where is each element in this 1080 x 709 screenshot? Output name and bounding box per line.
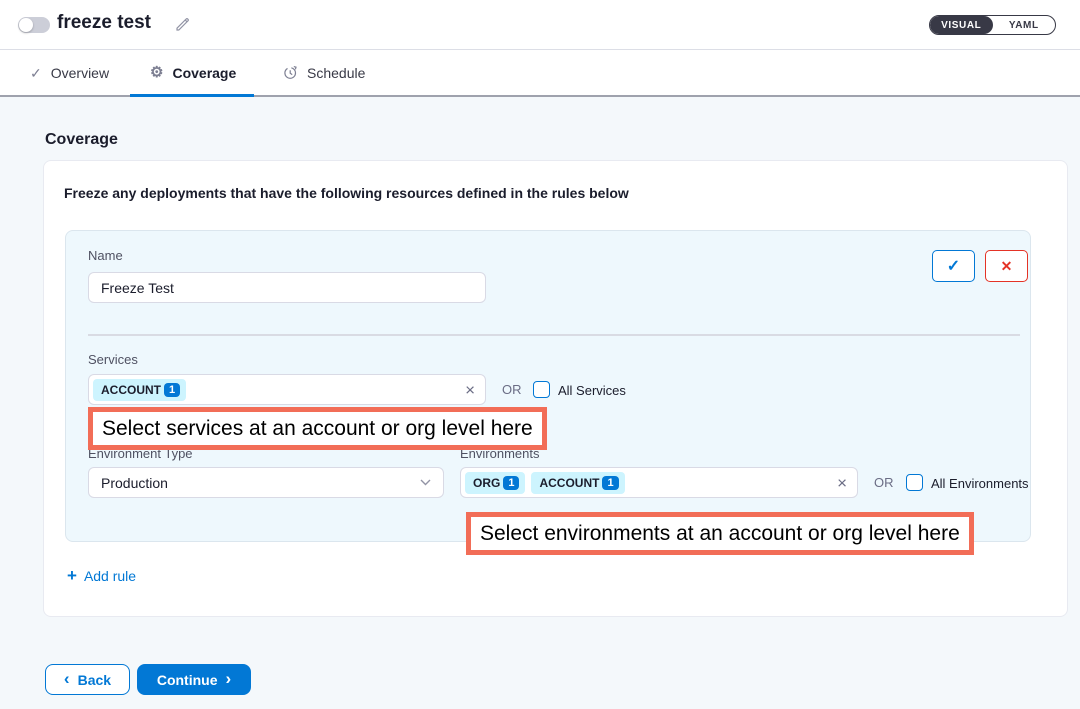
services-input[interactable]: ACCOUNT 1 × xyxy=(88,374,486,405)
services-annotation: Select services at an account or org lev… xyxy=(88,407,547,450)
tab-overview[interactable]: ✓ Overview xyxy=(30,50,109,95)
environment-type-select[interactable]: Production xyxy=(88,467,444,498)
tab-coverage[interactable]: ⚙ Coverage xyxy=(150,50,236,95)
all-environments-checkbox[interactable] xyxy=(906,474,923,491)
clear-environments-icon[interactable]: × xyxy=(837,474,847,491)
close-icon: ✕ xyxy=(1001,258,1013,275)
toggle-knob xyxy=(19,18,33,32)
chevron-right-icon: › xyxy=(225,670,231,687)
tab-schedule[interactable]: Schedule xyxy=(283,50,365,95)
services-label: Services xyxy=(88,352,138,367)
delete-rule-button[interactable]: ✕ xyxy=(985,250,1028,282)
edit-icon[interactable] xyxy=(174,16,191,33)
tab-schedule-label: Schedule xyxy=(307,65,365,81)
name-input[interactable] xyxy=(88,272,486,303)
add-rule-button[interactable]: + Add rule xyxy=(67,567,136,584)
tab-coverage-label: Coverage xyxy=(172,65,236,81)
tag-label: ACCOUNT xyxy=(539,476,599,490)
back-label: Back xyxy=(78,672,111,688)
environment-tag-account[interactable]: ACCOUNT 1 xyxy=(531,472,624,494)
environment-tag-org[interactable]: ORG 1 xyxy=(465,472,525,494)
continue-button[interactable]: Continue › xyxy=(137,664,251,695)
plus-icon: + xyxy=(67,567,77,584)
back-button[interactable]: ‹ Back xyxy=(45,664,130,695)
environments-input[interactable]: ORG 1 ACCOUNT 1 × xyxy=(460,467,858,498)
clear-services-icon[interactable]: × xyxy=(465,381,475,398)
active-tab-indicator xyxy=(130,94,254,97)
all-environments-label: All Environments xyxy=(931,476,1029,491)
header-bar: freeze test VISUAL YAML xyxy=(0,0,1080,50)
tag-count-badge: 1 xyxy=(602,476,618,490)
all-services-checkbox[interactable] xyxy=(533,381,550,398)
clock-icon xyxy=(283,65,298,80)
continue-label: Continue xyxy=(157,672,218,688)
visual-toggle-option[interactable]: VISUAL xyxy=(930,16,993,34)
chevron-down-icon xyxy=(420,479,431,486)
page-title: Coverage xyxy=(45,131,118,149)
add-rule-label: Add rule xyxy=(84,568,136,584)
environments-or-label: OR xyxy=(874,475,894,490)
environments-annotation: Select environments at an account or org… xyxy=(466,512,974,555)
tab-overview-label: Overview xyxy=(51,65,109,81)
freeze-toggle[interactable] xyxy=(18,17,50,33)
tag-label: ORG xyxy=(473,476,500,490)
chevron-left-icon: ‹ xyxy=(64,670,70,687)
coverage-description: Freeze any deployments that have the fol… xyxy=(64,185,629,201)
check-icon: ✓ xyxy=(30,66,42,80)
name-label: Name xyxy=(88,248,123,263)
gear-icon: ⚙ xyxy=(150,65,163,80)
environment-type-value: Production xyxy=(101,475,168,491)
check-icon: ✓ xyxy=(947,256,960,276)
rule-divider xyxy=(88,334,1020,336)
tab-bar: ✓ Overview ⚙ Coverage Schedule xyxy=(0,50,1080,97)
tag-count-badge: 1 xyxy=(503,476,519,490)
confirm-rule-button[interactable]: ✓ xyxy=(932,250,975,282)
tag-label: ACCOUNT xyxy=(101,383,161,397)
yaml-toggle-option[interactable]: YAML xyxy=(993,16,1056,34)
freeze-title: freeze test xyxy=(57,12,151,34)
view-mode-toggle: VISUAL YAML xyxy=(929,15,1056,35)
service-tag-account[interactable]: ACCOUNT 1 xyxy=(93,379,186,401)
all-services-label: All Services xyxy=(558,383,626,398)
tag-count-badge: 1 xyxy=(164,383,180,397)
services-or-label: OR xyxy=(502,382,522,397)
